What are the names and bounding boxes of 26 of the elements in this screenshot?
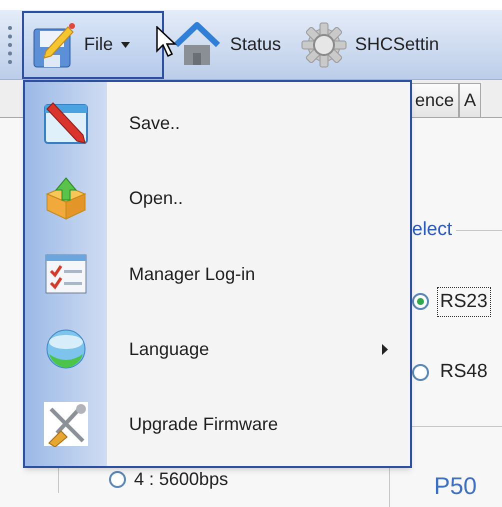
- menu-item[interactable]: Manager Log-in: [25, 236, 410, 312]
- group-title: elect: [412, 218, 452, 242]
- submenu-arrow-icon: [382, 344, 388, 355]
- grip-icon: [8, 26, 12, 64]
- radio-label: 4 : 5600bps: [134, 468, 228, 491]
- menu-item[interactable]: Save..: [25, 86, 410, 162]
- menu-item[interactable]: Open..: [25, 161, 410, 236]
- radio-label: RS23: [437, 286, 491, 317]
- tools-icon: [43, 401, 89, 448]
- mouse-cursor-icon: [156, 26, 178, 58]
- radio-button[interactable]: [412, 293, 429, 310]
- menu-item[interactable]: Language: [25, 312, 410, 387]
- radio-label: RS48: [439, 360, 489, 384]
- tab[interactable]: ence: [410, 83, 460, 117]
- panel-label: P50: [434, 472, 478, 502]
- menu-item[interactable]: Upgrade Firmware: [25, 386, 410, 462]
- radio-button[interactable]: [412, 364, 429, 381]
- floppy-pencil-icon: [32, 20, 76, 68]
- toolbar-button[interactable]: File: [22, 10, 164, 78]
- pencil-icon: [43, 100, 89, 147]
- radio-button[interactable]: [109, 471, 126, 488]
- gear-icon: [301, 22, 348, 68]
- toolbar-button[interactable]: Status: [164, 10, 294, 78]
- tab[interactable]: A: [459, 83, 482, 117]
- toolbar-button[interactable]: SHCSettin: [293, 10, 452, 78]
- caret-icon: [121, 42, 130, 48]
